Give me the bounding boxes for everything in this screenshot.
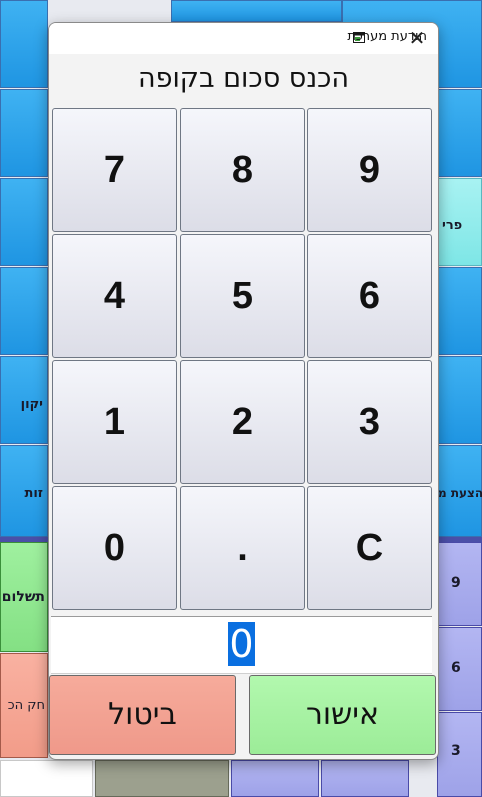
bg-tile[interactable]	[437, 356, 482, 444]
key-0[interactable]: 0	[52, 486, 177, 610]
bg-tile-label: תשלום	[1, 589, 45, 605]
key-6[interactable]: 6	[307, 234, 432, 358]
bg-tile-label: 6	[451, 660, 461, 676]
bg-tile[interactable]	[0, 0, 48, 88]
amount-input[interactable]: 0	[51, 616, 432, 674]
bg-tile[interactable]: זות	[0, 445, 48, 537]
key-2[interactable]: 2	[180, 360, 305, 484]
bg-tile[interactable]	[0, 89, 48, 177]
bg-tile[interactable]	[171, 0, 342, 22]
key-7[interactable]: 7	[52, 108, 177, 232]
bg-tile-label: פרי	[442, 218, 463, 233]
bg-tile[interactable]: תשלום	[0, 542, 48, 652]
amount-dialog: הודעת מערכת ✕ הכנס סכום בקופה 7 8 9 4 5 …	[48, 22, 439, 760]
bg-tile-label: חק הכ	[7, 698, 45, 713]
key-5[interactable]: 5	[180, 234, 305, 358]
bg-tile[interactable]: הצעת מ	[437, 445, 482, 537]
cancel-button[interactable]: ביטול	[49, 675, 236, 755]
bg-tile-label: הצעת מ	[438, 486, 482, 500]
bg-tile[interactable]	[437, 89, 482, 177]
bg-tile[interactable]: 9	[437, 542, 482, 626]
key-decimal[interactable]: .	[180, 486, 305, 610]
bg-tile-label: 9	[451, 575, 461, 591]
key-8[interactable]: 8	[180, 108, 305, 232]
close-button[interactable]: ✕	[404, 27, 430, 51]
bg-tile-label: זות	[24, 486, 43, 501]
bg-tile[interactable]	[95, 760, 229, 797]
bg-tile[interactable]: 3	[437, 712, 482, 797]
key-9[interactable]: 9	[307, 108, 432, 232]
bg-tile[interactable]: פרי	[437, 178, 482, 266]
bg-tile[interactable]	[231, 760, 319, 797]
prompt-text: הכנס סכום בקופה	[137, 63, 350, 94]
bg-tile[interactable]	[437, 267, 482, 355]
key-3[interactable]: 3	[307, 360, 432, 484]
bg-tile-label: 3	[451, 743, 461, 759]
bg-tile[interactable]	[0, 267, 48, 355]
amount-value: 0	[228, 622, 255, 666]
key-clear[interactable]: C	[307, 486, 432, 610]
bg-tile[interactable]	[0, 760, 93, 797]
key-4[interactable]: 4	[52, 234, 177, 358]
key-1[interactable]: 1	[52, 360, 177, 484]
bg-tile[interactable]: 6	[437, 627, 482, 711]
close-icon: ✕	[408, 26, 426, 50]
bg-tile-label: יקון	[20, 397, 43, 412]
bg-tile[interactable]	[0, 178, 48, 266]
bg-tile[interactable]: יקון	[0, 356, 48, 444]
bg-tile[interactable]	[321, 760, 409, 797]
bg-tile[interactable]: חק הכ	[0, 653, 48, 758]
dialog-titlebar[interactable]: הודעת מערכת ✕	[49, 23, 438, 54]
confirm-button[interactable]: אישור	[249, 675, 436, 755]
